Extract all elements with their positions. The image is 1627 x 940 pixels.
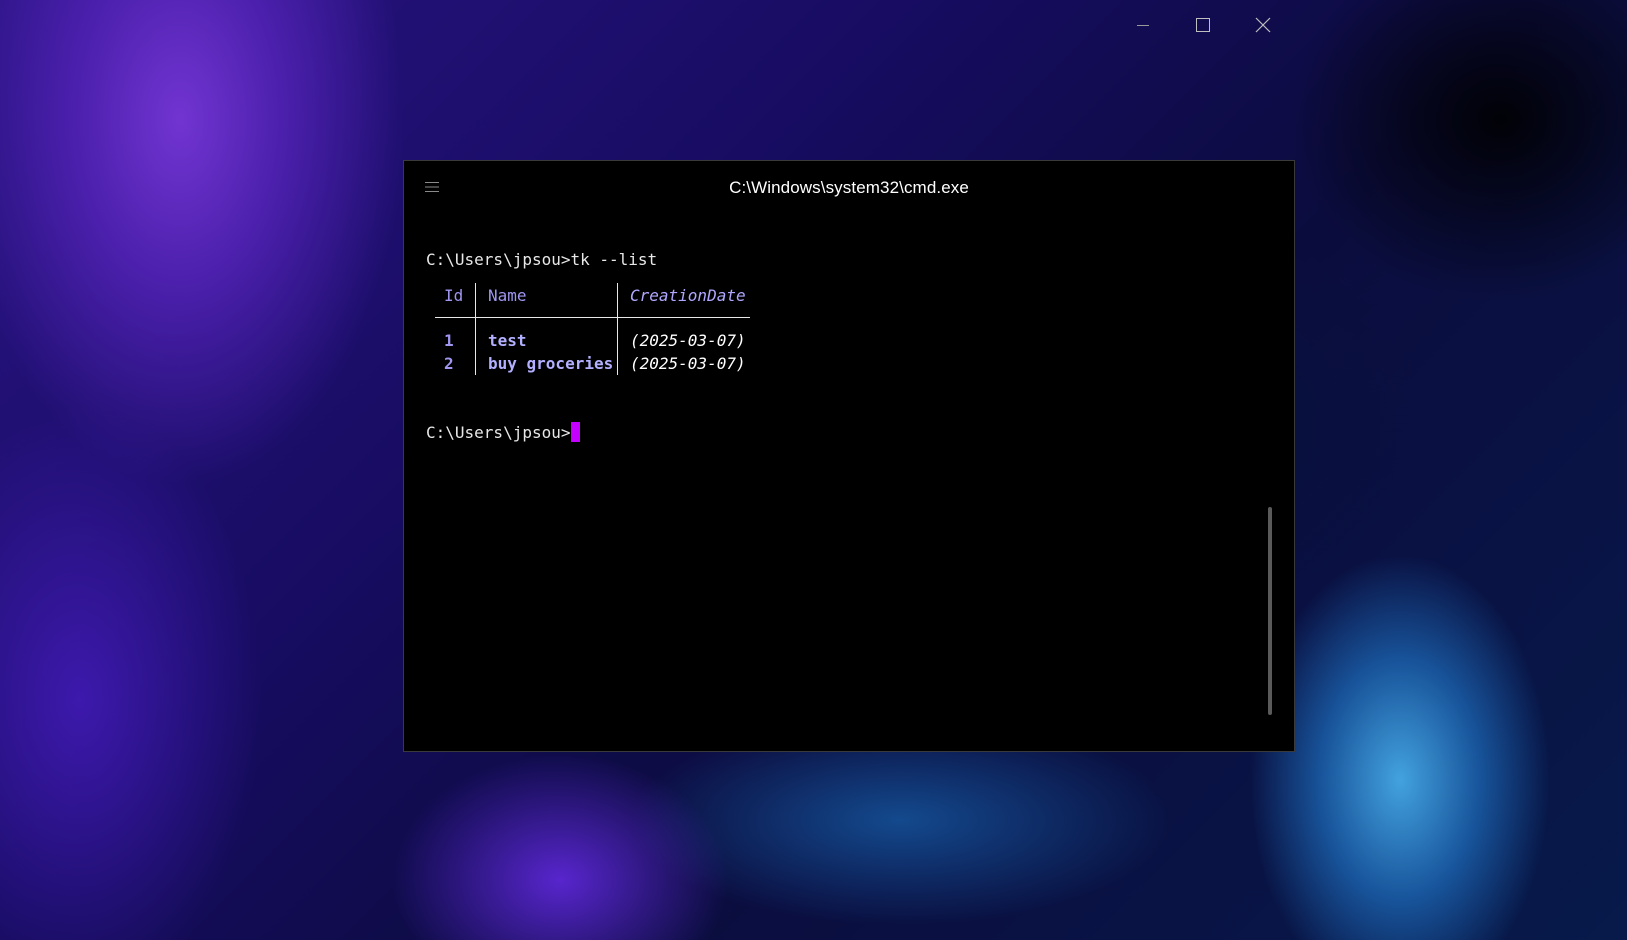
row-date: (2025-03-07) <box>630 354 746 373</box>
task-table: Id Name CreationDate 1 test (2025-03-07)… <box>435 283 750 375</box>
prompt-line[interactable]: C:\Users\jpsou> <box>426 422 750 444</box>
maximize-icon <box>1196 18 1210 32</box>
header-id: Id <box>444 286 464 305</box>
close-button[interactable] <box>1241 10 1285 40</box>
terminal-output[interactable]: C:\Users\jpsou>tk --list Id Name Creatio… <box>426 249 750 444</box>
header-creation-date: CreationDate <box>630 286 746 305</box>
vertical-scrollbar[interactable] <box>1268 507 1272 715</box>
text-cursor <box>570 422 580 442</box>
minimize-icon <box>1137 25 1149 26</box>
cmd-window[interactable]: C:\Windows\system32\cmd.exe C:\Users\jps… <box>403 160 1295 752</box>
row-date: (2025-03-07) <box>630 331 746 350</box>
close-icon <box>1255 17 1271 33</box>
title-bar[interactable]: C:\Windows\system32\cmd.exe <box>404 161 1294 215</box>
row-id: 2 <box>444 354 454 373</box>
command-line: C:\Users\jpsou>tk --list <box>426 250 658 269</box>
prompt: C:\Users\jpsou> <box>426 423 571 442</box>
column-divider <box>617 283 618 375</box>
column-divider <box>475 283 476 375</box>
row-id: 1 <box>444 331 454 350</box>
maximize-button[interactable] <box>1181 10 1225 40</box>
row-name: test <box>488 331 527 350</box>
minimize-button[interactable] <box>1121 10 1165 40</box>
header-divider <box>435 317 750 318</box>
header-name: Name <box>488 286 527 305</box>
window-title: C:\Windows\system32\cmd.exe <box>729 178 969 197</box>
row-name: buy groceries <box>488 354 614 373</box>
